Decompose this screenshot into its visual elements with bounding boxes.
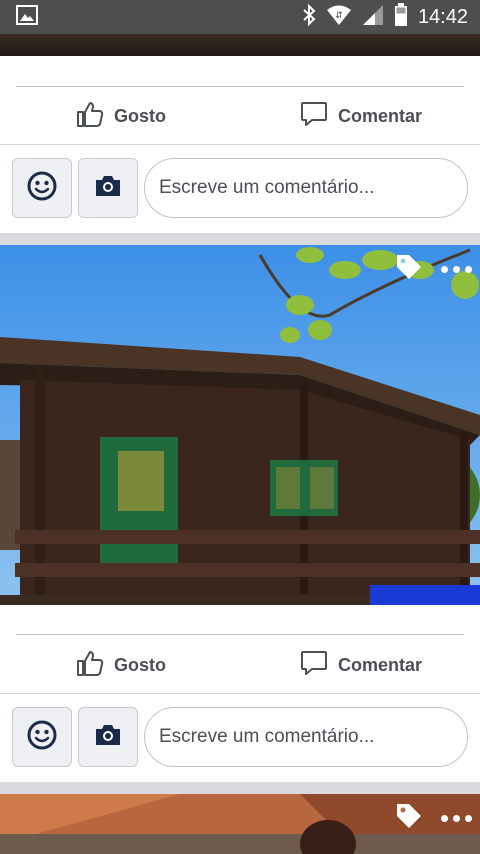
speech-bubble-icon [300, 649, 328, 682]
signal-icon [362, 4, 384, 31]
battery-icon [394, 2, 408, 32]
like-label: Gosto [114, 106, 166, 126]
tag-icon[interactable] [395, 253, 423, 286]
comment-composer: Escreve um comentário... [0, 145, 480, 233]
camera-icon [94, 723, 122, 752]
divider [16, 634, 464, 635]
svg-text:⇵: ⇵ [335, 11, 343, 21]
post-footer: Gosto Comentar Escreve um comentário... [0, 605, 480, 782]
comment-placeholder: Escreve um comentário... [159, 726, 375, 747]
emoji-button[interactable] [12, 158, 72, 218]
comment-composer: Escreve um comentário... [0, 694, 480, 782]
photo-overlay [395, 802, 472, 835]
speech-bubble-icon [300, 100, 328, 133]
comment-button[interactable]: Comentar [300, 100, 422, 133]
comment-input[interactable]: Escreve um comentário... [144, 158, 468, 218]
post-footer: Gosto Comentar Escreve um comentário... [0, 56, 480, 233]
thumbs-up-icon [76, 649, 104, 682]
camera-button[interactable] [78, 707, 138, 767]
camera-button[interactable] [78, 158, 138, 218]
comment-label: Comentar [338, 106, 423, 126]
comment-placeholder: Escreve um comentário... [159, 177, 375, 198]
more-options-icon[interactable] [441, 266, 472, 273]
wooden-cabin-photo[interactable] [0, 245, 480, 605]
comment-label: Comentar [338, 655, 423, 675]
like-label: Gosto [114, 655, 166, 675]
divider [16, 86, 464, 87]
thumbs-up-icon [76, 100, 104, 133]
more-options-icon[interactable] [441, 815, 472, 822]
like-button[interactable]: Gosto [76, 649, 166, 682]
bluetooth-icon [302, 3, 316, 31]
clock: 14:42 [417, 5, 468, 28]
photo-overlay [395, 253, 472, 286]
comment-button[interactable]: Comentar [300, 649, 422, 682]
wifi-icon: ⇵ [326, 4, 352, 31]
smiley-icon [27, 720, 57, 755]
like-button[interactable]: Gosto [76, 100, 166, 133]
camera-icon [94, 174, 122, 203]
tag-icon[interactable] [395, 802, 423, 835]
smiley-icon [27, 171, 57, 206]
interior-photo[interactable] [0, 794, 480, 854]
comment-input[interactable]: Escreve um comentário... [144, 707, 468, 767]
previous-post-photo[interactable] [0, 34, 480, 56]
status-bar: ⇵ 14:42 [0, 0, 480, 34]
image-icon [16, 4, 38, 30]
emoji-button[interactable] [12, 707, 72, 767]
